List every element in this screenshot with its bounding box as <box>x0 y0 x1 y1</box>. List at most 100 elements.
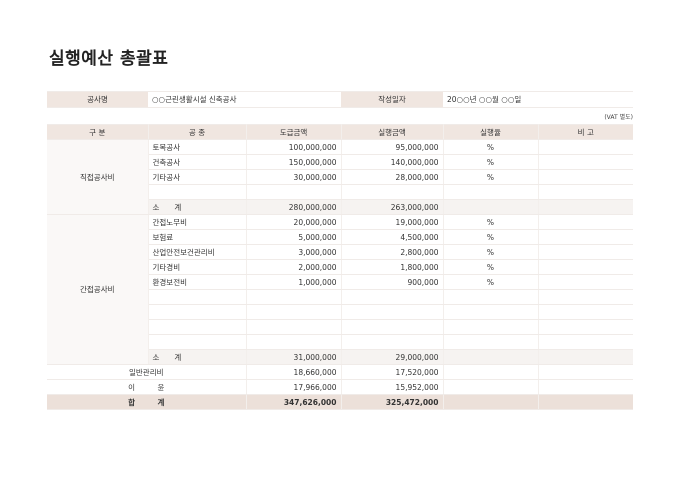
exec-amount <box>341 289 444 305</box>
budget-summary-table: 구 분공 종 도급금액 실행금액 실행율 비 고 직접공사비 토목공사 100,000,000… <box>47 124 633 410</box>
exec-rate: % <box>443 139 539 155</box>
exec-amount: 19,000,000 <box>341 214 444 230</box>
exec-amount: 95,000,000 <box>341 139 444 155</box>
column-header: 비 고 <box>538 124 633 140</box>
exec-rate <box>443 319 539 335</box>
item-name: 토목공사 <box>148 139 247 155</box>
item-name: 기타공사 <box>148 169 247 185</box>
item-name: 보험료 <box>148 229 247 245</box>
date-value: 20○○년 ○○월 ○○일 <box>443 91 633 108</box>
contract-amount <box>246 304 342 320</box>
vat-note: (VAT 별도) <box>604 114 633 121</box>
remarks <box>538 184 633 200</box>
exec-amount <box>341 319 444 335</box>
grand-total-row-exec: 325,472,000 <box>341 394 444 410</box>
subtotal-contract: 280,000,000 <box>246 199 342 215</box>
item-name: 산업안전보건관리비 <box>148 244 247 260</box>
remarks <box>538 334 633 350</box>
profit-row-contract: 17,966,000 <box>246 379 342 395</box>
item-name: 건축공사 <box>148 154 247 170</box>
grand-total-row-contract: 347,626,000 <box>246 394 342 410</box>
remarks <box>538 244 633 260</box>
remarks <box>538 139 633 155</box>
exec-rate <box>443 184 539 200</box>
contract-amount: 2,000,000 <box>246 259 342 275</box>
remarks <box>538 319 633 335</box>
exec-rate <box>443 289 539 305</box>
exec-rate: % <box>443 259 539 275</box>
profit-row-exec: 15,952,000 <box>341 379 444 395</box>
column-header: 도급금액 <box>246 124 342 140</box>
exec-rate: % <box>443 154 539 170</box>
exec-amount <box>341 184 444 200</box>
table-header: 구 분공 종 도급금액 실행금액 실행율 비 고 <box>47 124 633 140</box>
exec-rate: % <box>443 214 539 230</box>
contract-amount <box>246 184 342 200</box>
item-name <box>148 319 247 335</box>
page-title: 실행예산 총괄표 <box>49 49 169 69</box>
subtotal-exec: 29,000,000 <box>341 349 444 365</box>
item-name <box>148 304 247 320</box>
general-admin-row-label: 일반관리비 <box>47 364 247 380</box>
general-admin-row-contract: 18,660,000 <box>246 364 342 380</box>
exec-rate <box>443 334 539 350</box>
column-header: 구 분 <box>47 124 149 140</box>
remarks <box>538 214 633 230</box>
subtotal-label: 소 계 <box>148 199 247 215</box>
exec-amount: 900,000 <box>341 274 444 290</box>
exec-amount: 4,500,000 <box>341 229 444 245</box>
remarks <box>538 274 633 290</box>
exec-rate: % <box>443 274 539 290</box>
date-label: 작성일자 <box>341 91 443 108</box>
profit-row: 이 윤 17,966,000 15,952,000 <box>47 379 633 395</box>
project-info-table: 공사명 ○○근린생활시설 신축공사 작성일자 20○○년 ○○월 ○○일 <box>47 91 633 108</box>
profit-row-label: 이 윤 <box>47 379 247 395</box>
grand-total-row-label: 합 계 <box>47 394 247 410</box>
exec-amount <box>341 304 444 320</box>
exec-rate: % <box>443 169 539 185</box>
item-name <box>148 334 247 350</box>
remarks <box>538 304 633 320</box>
table-row: 간접공사비 간접노무비 20,000,000 19,000,000% <box>47 214 633 365</box>
remarks <box>538 289 633 305</box>
remarks <box>538 154 633 170</box>
contract-amount: 20,000,000 <box>246 214 342 230</box>
item-name: 환경보전비 <box>148 274 247 290</box>
contract-amount <box>246 319 342 335</box>
exec-amount: 1,800,000 <box>341 259 444 275</box>
contract-amount: 30,000,000 <box>246 169 342 185</box>
group-label: 간접공사비 <box>47 214 149 365</box>
contract-amount <box>246 289 342 305</box>
contract-amount: 1,000,000 <box>246 274 342 290</box>
contract-amount: 150,000,000 <box>246 154 342 170</box>
subtotal-exec: 263,000,000 <box>341 199 444 215</box>
grand-total-row: 합 계 347,626,000 325,472,000 <box>47 394 633 410</box>
column-header: 실행금액 <box>341 124 444 140</box>
remarks <box>538 259 633 275</box>
exec-rate: % <box>443 229 539 245</box>
remarks <box>538 229 633 245</box>
contract-amount: 5,000,000 <box>246 229 342 245</box>
exec-rate <box>443 304 539 320</box>
project-name-label: 공사명 <box>47 91 148 108</box>
contract-amount <box>246 334 342 350</box>
contract-amount: 3,000,000 <box>246 244 342 260</box>
subtotal-contract: 31,000,000 <box>246 349 342 365</box>
item-name: 간접노무비 <box>148 214 247 230</box>
general-admin-row-exec: 17,520,000 <box>341 364 444 380</box>
exec-rate: % <box>443 244 539 260</box>
item-name <box>148 289 247 305</box>
column-header: 공 종 <box>148 124 247 140</box>
exec-amount <box>341 334 444 350</box>
exec-amount: 140,000,000 <box>341 154 444 170</box>
exec-amount: 2,800,000 <box>341 244 444 260</box>
column-header: 실행율 <box>443 124 539 140</box>
item-name <box>148 184 247 200</box>
group-label: 직접공사비 <box>47 139 149 215</box>
item-name: 기타경비 <box>148 259 247 275</box>
subtotal-label: 소 계 <box>148 349 247 365</box>
table-row: 직접공사비 토목공사 100,000,000 95,000,000% <box>47 139 633 215</box>
project-name-value: ○○근린생활시설 신축공사 <box>148 91 341 108</box>
contract-amount: 100,000,000 <box>246 139 342 155</box>
general-admin-row: 일반관리비 18,660,000 17,520,000 <box>47 364 633 380</box>
